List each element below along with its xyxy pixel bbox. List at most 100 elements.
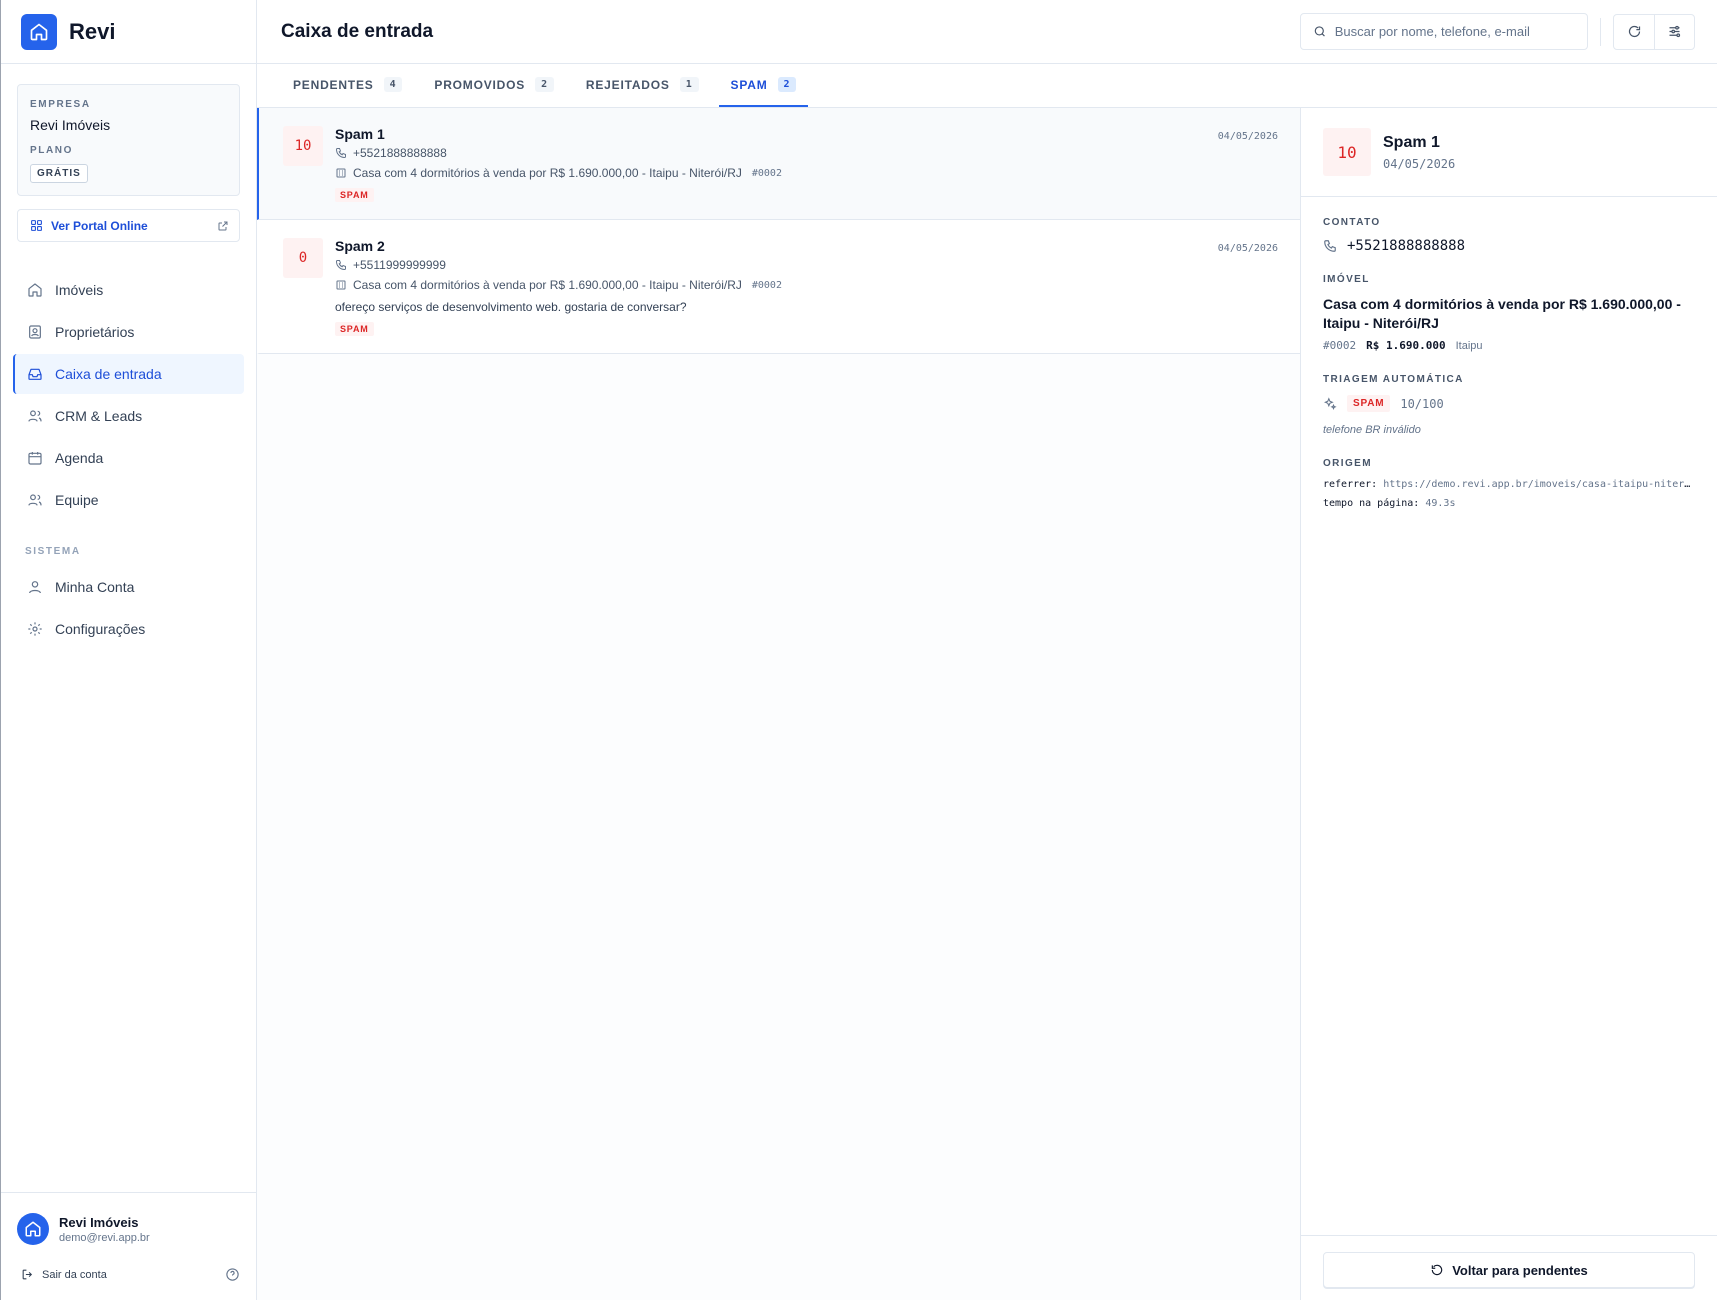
search-input[interactable] (1334, 24, 1575, 39)
detail-score: 10 (1323, 128, 1371, 176)
refresh-icon (1628, 25, 1640, 38)
sparkles-icon (1324, 396, 1337, 410)
external-link-icon (218, 221, 228, 230)
spam-badge: SPAM (335, 188, 374, 202)
users-icon (28, 410, 42, 422)
avatar (17, 1213, 49, 1245)
calendar-icon (28, 452, 42, 465)
status-tabs: PENDENTES 4 PROMOVIDOS 2 REJEITADOS 1 SP… (257, 64, 1717, 108)
filter-button[interactable] (1654, 14, 1694, 49)
view-portal-label: Ver Portal Online (51, 218, 148, 233)
phone-icon (1324, 240, 1336, 252)
triage-row: SPAM 10/100 (1323, 395, 1695, 412)
back-to-pending-button[interactable]: Voltar para pendentes (1323, 1252, 1695, 1288)
origin-section-label: ORIGEM (1323, 458, 1372, 469)
tab-label: PROMOVIDOS (434, 77, 526, 92)
sliders-icon (1669, 25, 1681, 38)
nav-item-label: Minha Conta (55, 579, 135, 595)
lead-message: ofereço serviços de desenvolvimento web.… (335, 300, 687, 314)
detail-property-code: #0002 (1323, 339, 1357, 352)
detail-name: Spam 1 (1383, 133, 1440, 151)
detail-date: 04/05/2026 (1383, 156, 1456, 171)
view-portal-button[interactable]: Ver Portal Online (17, 209, 240, 242)
spam-badge: SPAM (335, 322, 374, 336)
detail-body: CONTATO +5521888888888 IMÓVEL Casa com 4… (1301, 197, 1717, 1235)
brand-name: Revi (69, 18, 116, 44)
help-icon[interactable] (225, 1267, 240, 1282)
lead-list: 10 Spam 1 04/05/2026 +5521888888888 Casa… (257, 108, 1301, 1300)
nav-item-label: Imóveis (55, 282, 104, 298)
grid-icon (31, 220, 42, 231)
triage-section-label: TRIAGEM AUTOMÁTICA (1323, 374, 1464, 385)
building-icon (336, 168, 346, 178)
main: Caixa de entrada PENDENTES 4 PROM (257, 0, 1717, 1300)
lead-phone: +5511999999999 (353, 258, 446, 272)
lead-name: Spam 1 (335, 126, 385, 142)
nav-item-label: Agenda (55, 450, 104, 466)
home-icon (28, 283, 42, 297)
contact-card-icon (29, 325, 41, 339)
tab-label: SPAM (730, 77, 768, 92)
lead-date: 04/05/2026 (1217, 131, 1278, 142)
nav-section-sistema: SISTEMA (25, 546, 81, 557)
lead-score: 0 (283, 238, 323, 278)
triage-reason: telefone BR inválido (1323, 424, 1421, 436)
nav-item-caixa-de-entrada[interactable]: Caixa de entrada (13, 354, 244, 394)
home-logo-icon (21, 13, 57, 50)
nav-item-equipe[interactable]: Equipe (13, 480, 244, 520)
lead-property: Casa com 4 dormitórios à venda por R$ 1.… (353, 166, 742, 180)
tab-rejeitados[interactable]: REJEITADOS 1 (574, 64, 711, 107)
nav-item-proprietarios[interactable]: Proprietários (13, 312, 244, 352)
plan-badge: GRÁTIS (30, 164, 88, 183)
tab-promovidos[interactable]: PROMOVIDOS 2 (422, 64, 566, 107)
search-box[interactable] (1300, 13, 1588, 50)
search-icon (1314, 26, 1325, 37)
logout-icon (22, 1269, 33, 1280)
nav-item-imoveis[interactable]: Imóveis (13, 270, 244, 310)
tab-count: 1 (679, 77, 699, 92)
back-to-pending-label: Voltar para pendentes (1452, 1262, 1588, 1278)
plan-label: PLANO (30, 145, 73, 156)
contact-row: +5521888888888 (1323, 238, 1695, 254)
lead-score: 10 (283, 126, 323, 166)
lead-item[interactable]: 10 Spam 1 04/05/2026 +5521888888888 Casa… (257, 108, 1300, 220)
tab-count: 2 (535, 77, 554, 92)
tab-pendentes[interactable]: PENDENTES 4 (281, 64, 414, 107)
referrer-value[interactable]: https://demo.revi.app.br/imoveis/casa-it… (1383, 479, 1695, 490)
referrer-key: referrer: (1323, 479, 1378, 490)
company-label: EMPRESA (30, 99, 91, 110)
content: 10 Spam 1 04/05/2026 +5521888888888 Casa… (257, 108, 1717, 1300)
triage-badge: SPAM (1347, 395, 1391, 412)
nav-item-label: Caixa de entrada (55, 366, 162, 382)
phone-icon (335, 260, 346, 271)
nav-item-label: Equipe (55, 492, 99, 508)
detail-header: 10 Spam 1 04/05/2026 (1301, 108, 1717, 197)
sidebar: Revi EMPRESA Revi Imóveis PLANO GRÁTIS V… (1, 0, 257, 1300)
tab-spam[interactable]: SPAM 2 (718, 64, 809, 107)
nav-item-minha-conta[interactable]: Minha Conta (13, 567, 244, 607)
tab-label: PENDENTES (293, 77, 374, 92)
contact-section-label: CONTATO (1323, 217, 1381, 228)
time-key: tempo na página: (1323, 498, 1420, 509)
nav-item-label: Configurações (55, 621, 146, 637)
refresh-button[interactable] (1614, 15, 1654, 49)
nav-item-agenda[interactable]: Agenda (13, 438, 244, 478)
brand[interactable]: Revi (1, 0, 256, 64)
logout-button[interactable]: Sair da conta (42, 1269, 107, 1281)
detail-phone[interactable]: +5521888888888 (1347, 238, 1465, 254)
tab-label: REJEITADOS (585, 77, 670, 92)
user-profile[interactable]: Revi Imóveis demo@revi.app.br (17, 1213, 240, 1245)
detail-property-area: Itaipu (1455, 339, 1483, 352)
user-name: Revi Imóveis (59, 1214, 139, 1230)
page-title: Caixa de entrada (281, 20, 434, 42)
nav-item-configuracoes[interactable]: Configurações (13, 609, 244, 649)
detail-property-title[interactable]: Casa com 4 dormitórios à venda por R$ 1.… (1323, 295, 1695, 333)
toolbar-icons (1613, 13, 1695, 50)
app-root: Revi EMPRESA Revi Imóveis PLANO GRÁTIS V… (0, 0, 1717, 1300)
lead-item[interactable]: 0 Spam 2 04/05/2026 +5511999999999 Casa … (257, 220, 1300, 354)
time-value: 49.3s (1425, 498, 1456, 509)
lead-phone: +5521888888888 (353, 146, 447, 160)
nav-item-crm-leads[interactable]: CRM & Leads (13, 396, 244, 436)
lead-date: 04/05/2026 (1217, 243, 1278, 254)
undo-icon (1431, 1264, 1443, 1276)
